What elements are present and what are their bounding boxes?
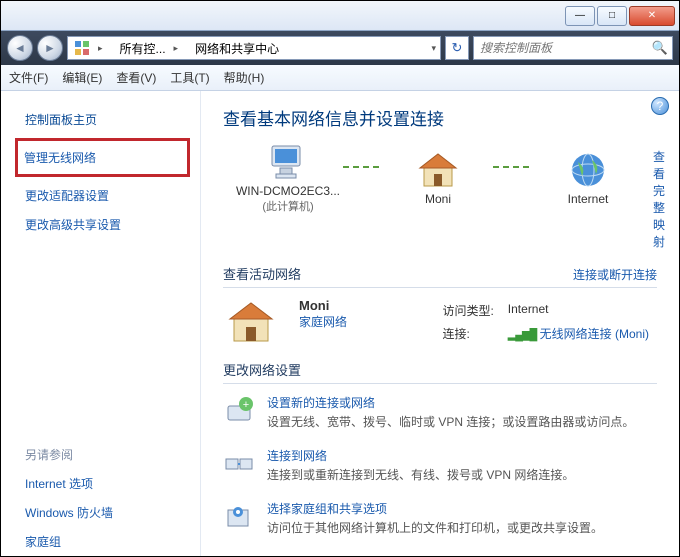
homegroup-sharing-desc: 访问位于其他网络计算机上的文件和打印机，或更改共享设置。 [267,519,657,537]
change-settings-heading: 更改网络设置 [223,360,301,379]
sidebar-seealso-label: 另请参阅 [1,440,200,469]
forward-button[interactable]: ► [37,35,63,61]
sidebar-internet-options[interactable]: Internet 选项 [1,469,200,498]
sidebar-firewall[interactable]: Windows 防火墙 [1,498,200,527]
sidebar-advanced[interactable]: 更改高级共享设置 [1,210,200,239]
map-router-label: Moni [425,192,451,206]
wifi-signal-icon: ▂▄▆█ [508,329,537,341]
map-pc-sublabel: (此计算机) [262,198,313,214]
maximize-button[interactable]: □ [597,6,627,26]
menu-file[interactable]: 文件(F) [9,69,48,86]
page-title: 查看基本网络信息并设置连接 [223,105,657,130]
close-button[interactable]: ✕ [629,6,675,26]
navbar: ◄ ► ▸ 所有控... ▸ 网络和共享中心 ▾ ↻ 🔍 [1,31,679,65]
full-map-link[interactable]: 查看完整映射 [653,142,665,250]
search-input[interactable] [474,41,648,55]
sidebar-home[interactable]: 控制面板主页 [1,105,200,134]
breadcrumb-item[interactable]: 所有控... [120,40,166,57]
main-panel: ? 查看基本网络信息并设置连接 WIN-DCMO2EC3... (此计算机) M… [201,91,679,556]
homegroup-icon [223,500,255,532]
map-internet-label: Internet [568,192,609,206]
connection-line-icon [493,166,533,168]
breadcrumb-item[interactable]: 网络和共享中心 [195,40,279,57]
network-map: WIN-DCMO2EC3... (此计算机) Moni Internet [223,142,653,218]
back-button[interactable]: ◄ [7,35,33,61]
menu-help[interactable]: 帮助(H) [224,69,265,86]
menu-edit[interactable]: 编辑(E) [62,69,102,86]
computer-icon [264,142,312,182]
minimize-button[interactable]: — [565,6,595,26]
house-icon [414,150,462,190]
chevron-down-icon[interactable]: ▾ [427,43,440,54]
connection-label: 连接: [436,323,499,344]
new-connection-icon: + [223,394,255,426]
globe-icon [564,150,612,190]
refresh-button[interactable]: ↻ [445,36,469,60]
active-network-row: Moni 家庭网络 访问类型: Internet 连接: ▂▄▆█ 无线网络连接… [223,298,657,346]
network-type-link[interactable]: 家庭网络 [299,313,347,330]
search-icon[interactable]: 🔍 [648,40,672,56]
house-icon [223,298,279,346]
settings-item: + 设置新的连接或网络 设置无线、宽带、拨号、临时或 VPN 连接；或设置路由器… [223,394,657,431]
map-pc-label: WIN-DCMO2EC3... [236,184,340,198]
menubar: 文件(F) 编辑(E) 查看(V) 工具(T) 帮助(H) [1,65,679,91]
connect-network-link[interactable]: 连接到网络 [267,447,657,464]
connection-line-icon [343,166,383,168]
network-name: Moni [299,298,347,313]
sidebar: 控制面板主页 管理无线网络 更改适配器设置 更改高级共享设置 另请参阅 Inte… [1,91,201,556]
settings-item: 连接到网络 连接到或重新连接到无线、有线、拨号或 VPN 网络连接。 [223,447,657,484]
address-bar[interactable]: ▸ 所有控... ▸ 网络和共享中心 ▾ [67,36,441,60]
active-networks-heading: 查看活动网络 [223,264,301,283]
sidebar-adapter[interactable]: 更改适配器设置 [1,181,200,210]
help-icon[interactable]: ? [651,97,669,115]
sidebar-homegroup[interactable]: 家庭组 [1,527,200,556]
connect-network-icon [223,447,255,479]
homegroup-sharing-link[interactable]: 选择家庭组和共享选项 [267,500,657,517]
menu-view[interactable]: 查看(V) [116,69,156,86]
access-type-label: 访问类型: [436,300,499,321]
connect-disconnect-link[interactable]: 连接或断开连接 [573,266,657,283]
highlighted-box: 管理无线网络 [15,138,190,177]
connection-link[interactable]: 无线网络连接 (Moni) [540,327,649,341]
sidebar-wireless[interactable]: 管理无线网络 [24,147,181,168]
settings-list: + 设置新的连接或网络 设置无线、宽带、拨号、临时或 VPN 连接；或设置路由器… [223,394,657,537]
connect-network-desc: 连接到或重新连接到无线、有线、拨号或 VPN 网络连接。 [267,466,657,484]
setup-connection-link[interactable]: 设置新的连接或网络 [267,394,657,411]
control-panel-icon [74,40,90,56]
menu-tools[interactable]: 工具(T) [170,69,209,86]
settings-item: 选择家庭组和共享选项 访问位于其他网络计算机上的文件和打印机，或更改共享设置。 [223,500,657,537]
search-box[interactable]: 🔍 [473,36,673,60]
access-type-value: Internet [502,300,655,321]
svg-text:+: + [243,399,249,411]
chevron-right-icon: ▸ [170,43,183,54]
setup-connection-desc: 设置无线、宽带、拨号、临时或 VPN 连接；或设置路由器或访问点。 [267,413,657,431]
chevron-right-icon: ▸ [94,43,107,54]
titlebar: — □ ✕ [1,1,679,31]
